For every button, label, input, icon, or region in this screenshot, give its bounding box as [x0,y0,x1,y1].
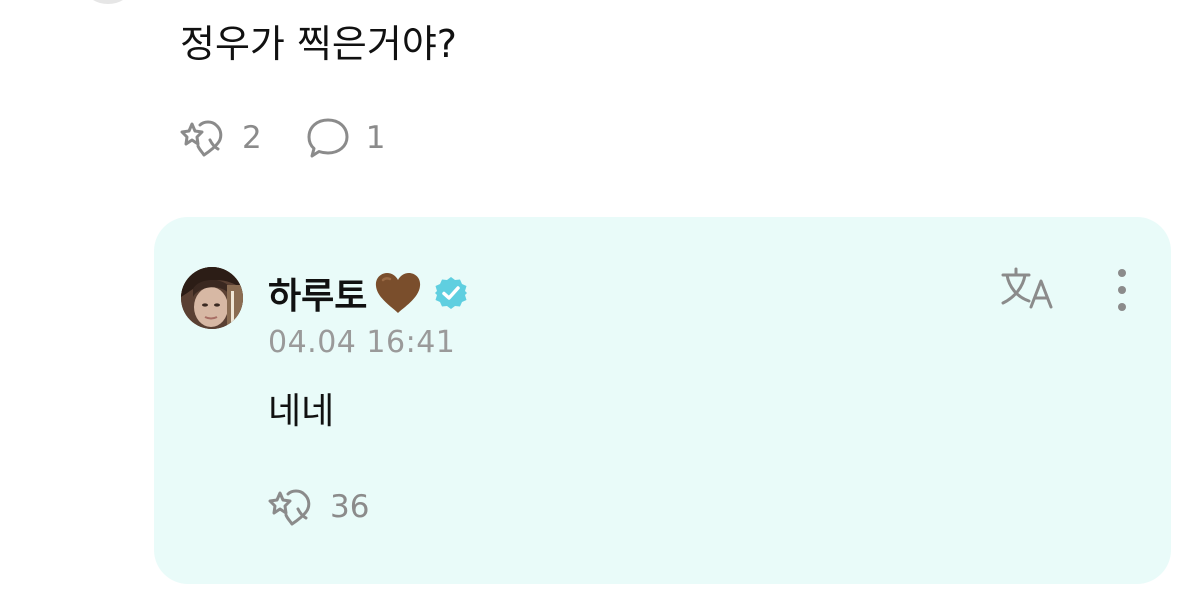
brown-heart-icon [376,273,421,313]
translate-icon [1001,267,1053,309]
more-options-button[interactable] [1109,267,1135,317]
sparkle-heart-icon [268,489,311,526]
speech-bubble-icon [307,118,349,158]
comment-text: 정우가 찍은거야? [180,22,457,66]
comment-reply-count: 1 [365,120,386,156]
avatar[interactable] [181,267,243,329]
reply-like-count: 36 [330,489,370,525]
comment-reply-button[interactable]: 1 [304,115,386,161]
avatar-photo [181,267,243,329]
comment-like-button[interactable]: 2 [180,116,262,160]
reply-text: 네네 [268,391,335,432]
previous-avatar-edge [86,0,130,4]
reply-card: 하루토 04.04 16:41 네네 36 [154,217,1171,584]
comment-like-count: 2 [242,120,262,156]
translate-button[interactable] [999,265,1059,317]
sparkle-heart-icon [180,120,223,157]
author-row: 하루토 [268,269,469,317]
reply-like-button[interactable]: 36 [268,485,369,529]
more-vertical-icon [1118,269,1126,311]
comment-actions: 2 1 [180,112,385,164]
reply-actions: 36 [268,481,369,533]
reply-timestamp: 04.04 16:41 [268,325,456,360]
verified-badge-icon [435,277,468,309]
author-name[interactable]: 하루토 [268,267,367,319]
